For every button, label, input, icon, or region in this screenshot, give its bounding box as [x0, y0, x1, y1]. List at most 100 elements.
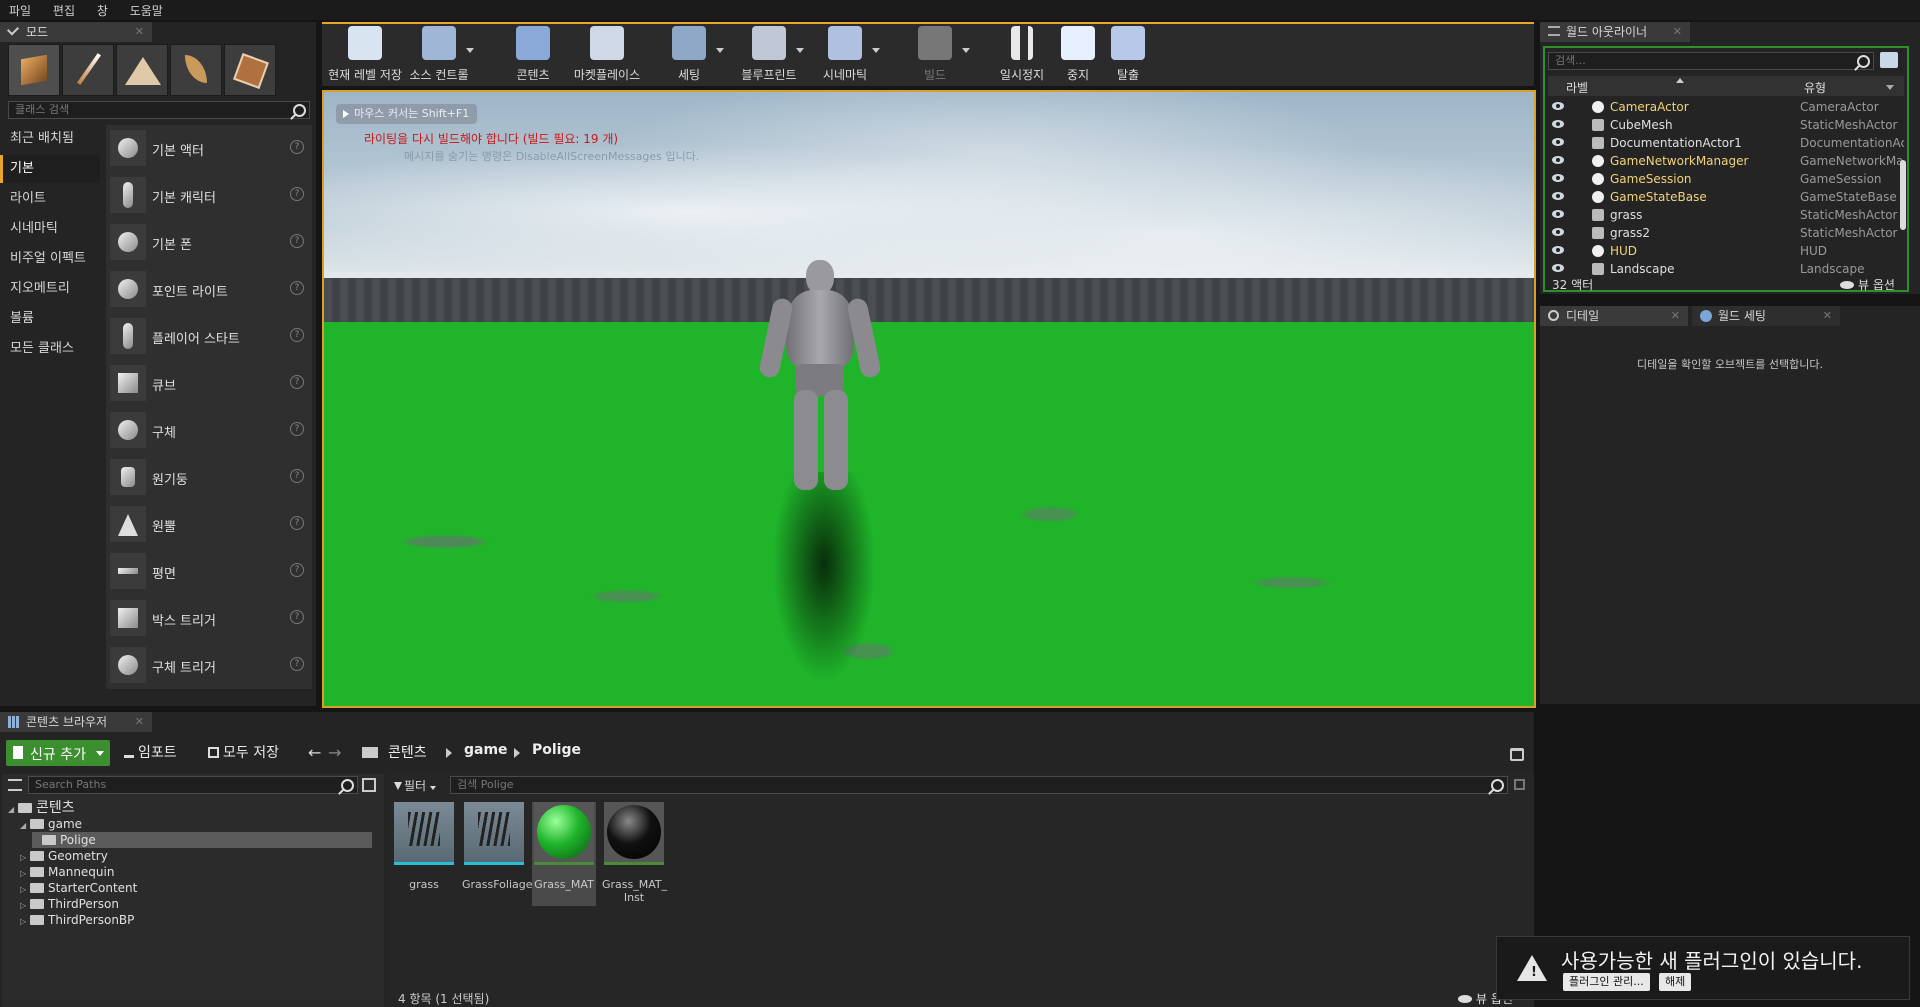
- folder-tree-item[interactable]: ▷ Mannequin: [20, 864, 114, 880]
- folder-tree-item[interactable]: ▷ ThirdPerson: [20, 896, 119, 912]
- paint-mode-button[interactable]: [62, 44, 114, 96]
- breadcrumb-polige[interactable]: Polige: [532, 742, 581, 758]
- outliner-row[interactable]: GameNetworkManager GameNetworkMar: [1548, 152, 1904, 170]
- outliner-scrollbar[interactable]: [1900, 160, 1906, 230]
- close-icon[interactable]: ✕: [135, 22, 144, 42]
- save-search-icon[interactable]: [1514, 779, 1525, 790]
- view-mode-icon[interactable]: [362, 778, 376, 792]
- placeable-item[interactable]: 구체 트리거?: [106, 642, 312, 689]
- asset-tile[interactable]: Grass_MAT_ Inst: [602, 802, 667, 906]
- asset-tile[interactable]: Grass_MAT: [532, 802, 596, 906]
- import-button[interactable]: 임포트: [124, 740, 177, 766]
- place-mode-button[interactable]: [8, 44, 60, 96]
- placeable-item[interactable]: 원기둥?: [106, 454, 312, 501]
- visibility-eye-icon[interactable]: [1552, 102, 1564, 110]
- toolbar-button-4[interactable]: 세팅: [652, 22, 726, 84]
- placeable-item[interactable]: 박스 트리거?: [106, 595, 312, 642]
- asset-tile[interactable]: grass: [392, 802, 456, 906]
- help-icon[interactable]: ?: [290, 234, 304, 248]
- manage-plugins-button[interactable]: 플러그인 관리...: [1563, 973, 1650, 991]
- foliage-mode-button[interactable]: [170, 44, 222, 96]
- visibility-eye-icon[interactable]: [1552, 138, 1564, 146]
- menu-edit[interactable]: 편집: [44, 0, 84, 21]
- toolbar-button-6[interactable]: 시네마틱: [808, 22, 882, 84]
- placeable-item[interactable]: 기본 액터?: [106, 125, 312, 172]
- mode-category[interactable]: 라이트: [0, 185, 100, 213]
- mode-category[interactable]: 모든 클래스: [0, 335, 100, 363]
- mode-category[interactable]: 지오메트리: [0, 275, 100, 303]
- details-tab[interactable]: 디테일 ✕: [1540, 306, 1688, 326]
- placeable-item[interactable]: 구체?: [106, 407, 312, 454]
- breadcrumb-game[interactable]: game: [464, 742, 508, 758]
- class-search-input[interactable]: 클래스 검색: [8, 101, 310, 119]
- help-icon[interactable]: ?: [290, 375, 304, 389]
- close-icon[interactable]: ✕: [135, 712, 144, 732]
- expanded-triangle-icon[interactable]: ◢: [20, 818, 30, 834]
- history-back-icon[interactable]: ←: [308, 743, 321, 762]
- add-new-button[interactable]: 신규 추가: [6, 740, 110, 766]
- outliner-search-input[interactable]: 검색...: [1548, 52, 1874, 70]
- visibility-eye-icon[interactable]: [1552, 210, 1564, 218]
- content-browser-tab[interactable]: 콘텐츠 브라우저 ✕: [0, 712, 152, 732]
- toolbar-button-0[interactable]: 현재 레벨 저장: [328, 22, 402, 84]
- folder-tree-item[interactable]: ▷ Geometry: [20, 848, 108, 864]
- world-outliner-tab[interactable]: 월드 아웃라이너 ✕: [1540, 22, 1690, 42]
- landscape-mode-button[interactable]: [116, 44, 168, 96]
- modes-tab[interactable]: 모드 ✕: [0, 22, 152, 42]
- path-search-input[interactable]: Search Paths: [28, 776, 358, 794]
- chevron-down-icon[interactable]: [962, 48, 970, 53]
- outliner-row[interactable]: GameStateBase GameStateBase: [1548, 188, 1904, 206]
- toolbar-button-8[interactable]: 일시정지: [992, 22, 1052, 84]
- save-all-button[interactable]: 모두 저장: [208, 740, 279, 766]
- placeable-item[interactable]: 기본 캐릭터?: [106, 172, 312, 219]
- mode-category[interactable]: 볼륨: [0, 305, 100, 333]
- filter-button[interactable]: 필터: [394, 777, 436, 794]
- collapsed-triangle-icon[interactable]: ▷: [20, 914, 30, 930]
- help-icon[interactable]: ?: [290, 610, 304, 624]
- outliner-row[interactable]: grass StaticMeshActor: [1548, 206, 1904, 224]
- help-icon[interactable]: ?: [290, 328, 304, 342]
- close-icon[interactable]: ✕: [1823, 306, 1832, 326]
- placeable-item[interactable]: 큐브?: [106, 360, 312, 407]
- outliner-view-options[interactable]: 뷰 옵션: [1840, 276, 1895, 293]
- placeable-item[interactable]: 기본 폰?: [106, 219, 312, 266]
- folder-tree-item[interactable]: ▷ ThirdPersonBP: [20, 912, 134, 928]
- visibility-eye-icon[interactable]: [1552, 228, 1564, 236]
- outliner-row[interactable]: CubeMesh StaticMeshActor: [1548, 116, 1904, 134]
- mode-category[interactable]: 기본: [0, 155, 100, 183]
- folder-tree-item[interactable]: ◢ game: [20, 816, 82, 832]
- chevron-down-icon[interactable]: [466, 48, 474, 53]
- outliner-row[interactable]: GameSession GameSession: [1548, 170, 1904, 188]
- help-icon[interactable]: ?: [290, 422, 304, 436]
- menu-file[interactable]: 파일: [0, 0, 40, 21]
- chevron-down-icon[interactable]: [796, 48, 804, 53]
- visibility-eye-icon[interactable]: [1552, 264, 1564, 272]
- folder-tree-item[interactable]: Polige: [32, 832, 372, 848]
- geometry-mode-button[interactable]: [224, 44, 276, 96]
- help-icon[interactable]: ?: [290, 187, 304, 201]
- toolbar-button-10[interactable]: 탈출: [1100, 22, 1156, 84]
- outliner-row[interactable]: grass2 StaticMeshActor: [1548, 224, 1904, 242]
- close-icon[interactable]: ✕: [1673, 22, 1682, 42]
- help-icon[interactable]: ?: [290, 563, 304, 577]
- add-folder-icon[interactable]: [1880, 52, 1898, 68]
- viewport[interactable]: 마우스 커서는 Shift+F1 라이팅을 다시 빌드해야 합니다 (빌드 필요…: [322, 90, 1536, 708]
- placeable-item[interactable]: 플레이어 스타트?: [106, 313, 312, 360]
- visibility-eye-icon[interactable]: [1552, 120, 1564, 128]
- folder-tree-item[interactable]: ◢ 콘텐츠: [8, 800, 75, 816]
- mode-category[interactable]: 최근 배치됨: [0, 125, 100, 153]
- help-icon[interactable]: ?: [290, 281, 304, 295]
- help-icon[interactable]: ?: [290, 469, 304, 483]
- toolbar-button-7[interactable]: 빌드: [898, 22, 972, 84]
- toolbar-button-9[interactable]: 중지: [1050, 22, 1106, 84]
- help-icon[interactable]: ?: [290, 657, 304, 671]
- toolbar-button-2[interactable]: 콘텐츠: [496, 22, 570, 84]
- mode-category[interactable]: 시네마틱: [0, 215, 100, 243]
- visibility-eye-icon[interactable]: [1552, 192, 1564, 200]
- breadcrumb-content[interactable]: 콘텐츠: [388, 742, 427, 762]
- placeable-item[interactable]: 평면?: [106, 548, 312, 595]
- asset-tile[interactable]: GrassFoliage: [462, 802, 533, 906]
- visibility-eye-icon[interactable]: [1552, 156, 1564, 164]
- placeable-item[interactable]: 원뿔?: [106, 501, 312, 548]
- outliner-row[interactable]: HUD HUD: [1548, 242, 1904, 260]
